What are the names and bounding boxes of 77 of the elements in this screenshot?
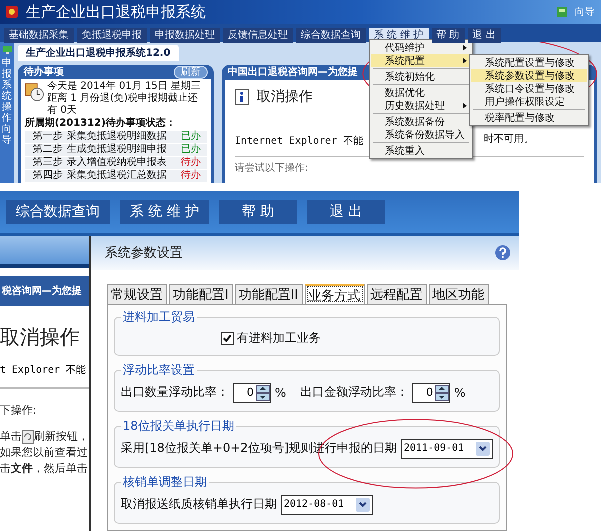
deadline-text: 距离 1 月份退(免)税申报期截止还有 0天 bbox=[47, 93, 200, 117]
hint-text: 请尝试以下操作: bbox=[235, 156, 584, 175]
page-heading: 取消操作 bbox=[0, 324, 81, 351]
group-title: 核销单调整日期 bbox=[122, 474, 208, 491]
step-task[interactable]: 录入增值税纳税申报表 bbox=[67, 157, 167, 169]
page-heading: 取消操作 bbox=[257, 88, 313, 106]
spin-arrows-icon bbox=[256, 384, 270, 401]
tab[interactable]: 功能配置I bbox=[168, 284, 233, 304]
step-status: 已办 bbox=[181, 131, 202, 143]
menu-button[interactable]: 申报数据处理 bbox=[150, 28, 220, 43]
instruction-text: 击文件，然后单击 bbox=[0, 460, 89, 477]
unit-label: % bbox=[274, 386, 286, 400]
step-label: 第二步 bbox=[33, 144, 63, 156]
step-status: 待办 bbox=[181, 170, 202, 182]
side-strip-label[interactable]: 申报系统操作向导 bbox=[2, 58, 12, 146]
menu-button[interactable]: 系 统 维 护 bbox=[120, 200, 210, 224]
date-dropdown[interactable]: 2011-09-01 bbox=[401, 438, 493, 459]
menu-button[interactable]: 基础数据采集 bbox=[4, 28, 74, 43]
error-message: Internet Explorer 不能 bbox=[235, 134, 364, 148]
tab[interactable]: 业务方式 bbox=[304, 284, 364, 304]
field-label: 出口金额浮动比率： bbox=[300, 384, 408, 402]
tab[interactable]: 远程配置 bbox=[366, 284, 426, 304]
group-title: 浮动比率设置 bbox=[122, 362, 196, 379]
date-dropdown[interactable]: 2012-08-01 bbox=[280, 494, 373, 515]
step-task[interactable]: 生成免抵退税明细申报 bbox=[67, 144, 167, 156]
unit-label: % bbox=[454, 386, 466, 400]
checkbox[interactable] bbox=[220, 332, 234, 345]
checkbox-label[interactable]: 有进料加工业务 bbox=[220, 330, 493, 347]
panel-title: 待办事项 bbox=[24, 66, 64, 79]
logo-icon bbox=[6, 6, 18, 18]
step-task[interactable]: 采集免抵退税汇总数据 bbox=[67, 170, 167, 182]
tab[interactable]: 地区功能 bbox=[428, 284, 488, 304]
instruction-text: 刷新按钮， bbox=[34, 428, 89, 445]
spin-arrows-icon bbox=[435, 384, 450, 401]
menu-item[interactable]: 税率配置与修改 bbox=[471, 111, 587, 124]
guide-icon bbox=[557, 7, 567, 17]
tab[interactable]: 功能配置II bbox=[234, 284, 302, 304]
chevron-down-icon bbox=[476, 442, 490, 456]
menu-button[interactable]: 反馈信息处理 bbox=[223, 28, 293, 43]
spin-field[interactable]: 0 bbox=[412, 382, 450, 403]
help-icon bbox=[495, 244, 511, 261]
page-header: 税咨询网—为您提 bbox=[0, 276, 89, 306]
step-label: 第一步 bbox=[33, 131, 63, 143]
menu-button[interactable]: 综合数据查询 bbox=[6, 200, 110, 224]
hint-text: 下操作: bbox=[0, 402, 38, 419]
field-label: 取消报送纸质核销单执行日期 bbox=[120, 496, 277, 514]
step-label: 第三步 bbox=[33, 157, 63, 169]
spin-field[interactable]: 0 bbox=[232, 382, 271, 403]
step-status: 待办 bbox=[181, 157, 202, 169]
panel-title: 中国出口退税咨询网—为您提 bbox=[228, 66, 358, 80]
date-text: 今天是 2014年 01月 15日 星期三 bbox=[47, 81, 202, 92]
refresh-icon bbox=[22, 430, 34, 444]
step-label: 第四步 bbox=[33, 170, 63, 182]
window-title: 生产企业出口退税申报系统 bbox=[26, 2, 207, 22]
menu-item[interactable]: 系统备份数据导入 bbox=[371, 128, 471, 142]
monitor-icon bbox=[2, 46, 12, 54]
dialog-title: 系统参数设置 bbox=[104, 244, 183, 262]
menu-button[interactable]: 帮 助 bbox=[219, 200, 298, 224]
menu-button[interactable]: 退 出 bbox=[307, 200, 386, 224]
document-tab[interactable]: 生产企业出口退税申报系统12.0 bbox=[18, 45, 179, 61]
instruction-text: 如果您以前查看过 bbox=[0, 444, 89, 461]
error-message: 时不可用。 bbox=[484, 134, 534, 147]
chevron-down-icon bbox=[356, 498, 370, 512]
tab[interactable]: 常规设置 bbox=[106, 284, 167, 304]
step-status: 已办 bbox=[181, 144, 202, 156]
step-task[interactable]: 采集免抵退税明细数据 bbox=[67, 131, 167, 143]
menu-item[interactable]: 系统重入 bbox=[371, 144, 471, 158]
menu-button[interactable]: 综合数据查询 bbox=[296, 28, 366, 43]
field-label: 出口数量浮动比率： bbox=[120, 384, 229, 402]
group-title: 进料加工贸易 bbox=[122, 308, 196, 326]
group-title: 18位报关单执行日期 bbox=[122, 418, 236, 435]
period-text: 所属期(201312)待办事项状态： bbox=[25, 118, 177, 130]
menu-button[interactable]: 免抵退税申报 bbox=[77, 28, 147, 43]
instruction-text: 单击 bbox=[0, 428, 22, 445]
error-message: t Explorer 不能 bbox=[0, 362, 89, 389]
menu-item[interactable]: 系统数据备份 bbox=[371, 115, 471, 128]
info-icon bbox=[235, 88, 249, 105]
